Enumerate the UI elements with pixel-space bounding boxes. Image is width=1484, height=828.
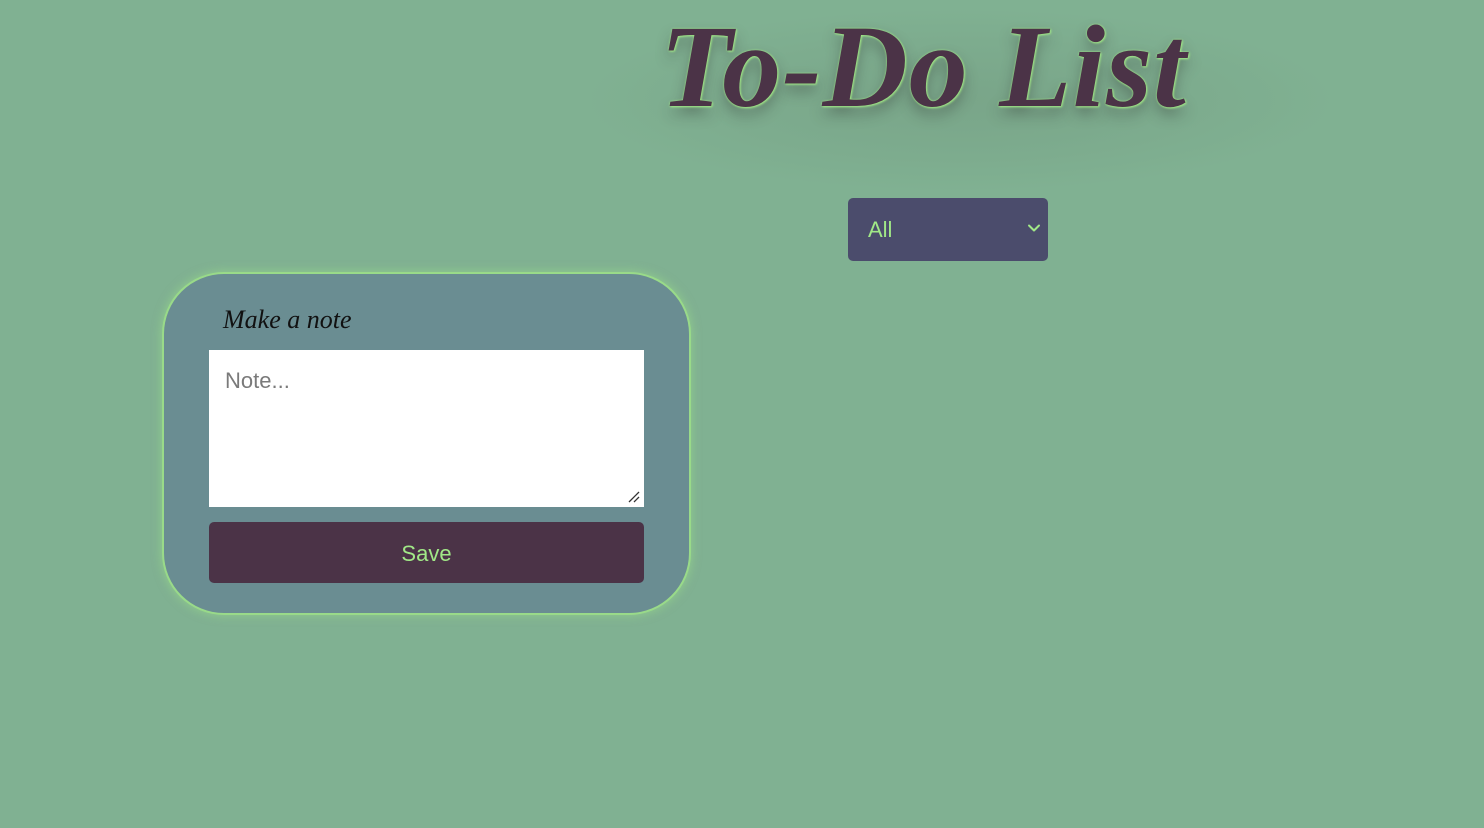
page-title: To-Do List <box>660 1 1187 132</box>
filter-select[interactable]: All <box>848 198 1048 261</box>
note-heading: Make a note <box>223 305 352 334</box>
resize-handle-icon[interactable] <box>627 490 641 504</box>
filter-selected-value: All <box>868 217 893 242</box>
chevron-down-icon <box>1028 224 1040 232</box>
note-card: Make a note Save <box>164 274 689 613</box>
note-textarea[interactable] <box>209 350 644 507</box>
save-button[interactable]: Save <box>209 522 644 583</box>
